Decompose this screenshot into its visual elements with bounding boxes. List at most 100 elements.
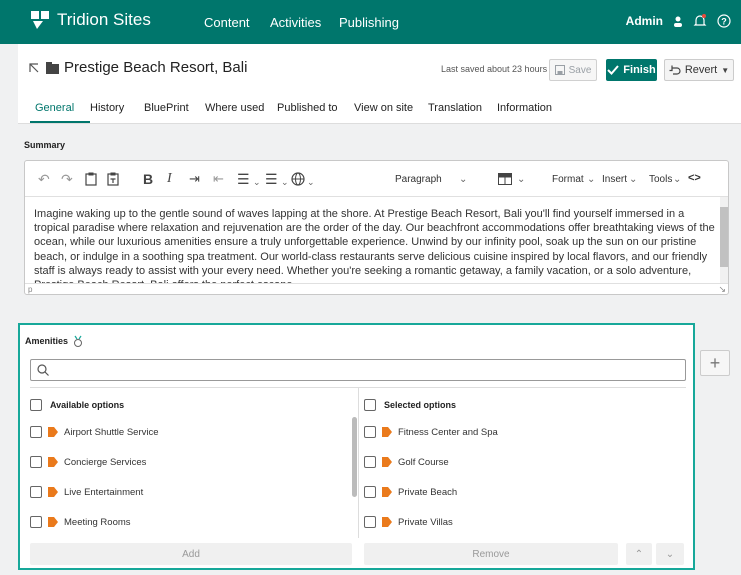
amenities-field: Amenities Available options Selected opt… [18,323,695,570]
option-label: Fitness Center and Spa [398,426,498,438]
add-field-button[interactable]: + [700,350,730,376]
user-icon[interactable] [673,16,683,27]
tab-information[interactable]: Information [497,102,552,114]
add-button[interactable]: Add [30,543,352,565]
selected-option[interactable]: Private Villas [364,516,453,528]
option-checkbox[interactable] [30,426,42,438]
element-path: p [28,285,33,294]
finish-label: Finish [623,64,656,76]
summary-text[interactable]: Imagine waking up to the gentle sound of… [34,207,716,284]
bell-icon[interactable] [693,14,707,28]
redo-icon[interactable]: ↷ [61,171,73,187]
option-checkbox[interactable] [364,426,376,438]
tools-dropdown-icon[interactable]: ⌄ [673,174,681,185]
option-label: Private Villas [398,516,453,528]
selected-option[interactable]: Fitness Center and Spa [364,426,498,438]
format-dropdown-icon[interactable]: ⌄ [587,174,595,185]
paste-icon[interactable] [85,172,97,186]
option-checkbox[interactable] [364,486,376,498]
folder-icon [46,62,59,74]
nav-publishing[interactable]: Publishing [339,15,399,30]
insert-menu[interactable]: Insert [602,174,627,185]
tab-bar: General History BluePrint Where used Pub… [18,97,741,124]
tag-icon [48,457,58,467]
tag-icon [382,487,392,497]
available-option[interactable]: Live Entertainment [30,486,143,498]
tag-icon [382,517,392,527]
tab-where-used[interactable]: Where used [205,102,264,114]
tools-menu[interactable]: Tools [649,174,672,185]
table-dropdown-icon[interactable]: ⌄ [517,174,525,185]
insert-dropdown-icon[interactable]: ⌄ [629,174,637,185]
revert-dropdown-icon[interactable]: ▼ [721,66,729,75]
link-dropdown-icon[interactable]: ⌄ [307,174,315,190]
select-all-selected-checkbox[interactable] [364,399,376,411]
numbered-list-icon[interactable]: ☰ [265,171,278,187]
indent-icon[interactable]: ⇥ [189,171,200,187]
format-menu[interactable]: Format [552,174,584,185]
amenities-search-input[interactable] [30,359,686,381]
paste-text-icon[interactable] [107,172,119,186]
resize-handle-icon[interactable]: ↘ [718,284,726,295]
available-option[interactable]: Airport Shuttle Service [30,426,159,438]
source-code-icon[interactable]: <> [688,172,701,184]
outdent-icon[interactable]: ⇤ [213,171,224,187]
option-checkbox[interactable] [30,486,42,498]
option-checkbox[interactable] [364,516,376,528]
option-label: Airport Shuttle Service [64,426,159,438]
editor-toolbar: ↶ ↷ B I ⇥ ⇤ ☰ ⌄ ☰ ⌄ ⌄ Paragraph ⌄ ⌄ Form… [25,161,728,197]
column-divider [358,388,359,538]
tag-icon [382,427,392,437]
bullet-list-icon[interactable]: ☰ [237,171,250,187]
save-button[interactable]: Save [549,59,597,81]
nav-activities[interactable]: Activities [270,15,321,30]
tab-translation[interactable]: Translation [428,102,482,114]
finish-button[interactable]: Finish [606,59,657,81]
selected-option[interactable]: Golf Course [364,456,449,468]
option-label: Meeting Rooms [64,516,131,528]
paragraph-dropdown-icon[interactable]: ⌄ [459,174,467,185]
option-label: Golf Course [398,456,449,468]
plus-icon: + [709,352,721,373]
option-checkbox[interactable] [30,456,42,468]
tab-blueprint[interactable]: BluePrint [144,102,189,114]
user-name[interactable]: Admin [626,14,663,28]
numbered-list-dropdown-icon[interactable]: ⌄ [281,174,289,190]
tab-view-on-site[interactable]: View on site [354,102,413,114]
nav-content[interactable]: Content [204,15,250,30]
localizable-icon [74,335,83,347]
search-icon [37,364,49,376]
tab-general[interactable]: General [35,102,74,114]
collapse-arrow-icon[interactable] [28,62,40,74]
item-header: Prestige Beach Resort, Bali Last saved a… [18,44,741,124]
link-globe-icon[interactable] [291,172,305,186]
selected-option[interactable]: Private Beach [364,486,457,498]
available-option[interactable]: Concierge Services [30,456,146,468]
move-up-button[interactable]: ⌃ [626,543,652,565]
summary-editor[interactable]: ↶ ↷ B I ⇥ ⇤ ☰ ⌄ ☰ ⌄ ⌄ Paragraph ⌄ ⌄ Form… [24,160,729,295]
editor-scroll-thumb[interactable] [720,207,728,267]
table-icon[interactable] [498,173,512,185]
undo-icon[interactable]: ↶ [38,171,50,187]
help-icon[interactable]: ? [717,14,731,28]
option-checkbox[interactable] [364,456,376,468]
option-label: Private Beach [398,486,458,498]
app-name: Tridion Sites [57,10,151,29]
summary-label: Summary [24,140,66,150]
bold-icon[interactable]: B [143,171,153,187]
available-list-scrollbar[interactable] [352,417,357,497]
editor-scrollbar[interactable] [720,197,728,283]
paragraph-select[interactable]: Paragraph [395,174,442,185]
italic-icon[interactable]: I [167,171,172,187]
check-icon [607,65,620,75]
tab-history[interactable]: History [90,102,124,114]
tab-published-to[interactable]: Published to [277,102,338,114]
select-all-available-checkbox[interactable] [30,399,42,411]
available-option[interactable]: Meeting Rooms [30,516,131,528]
remove-button[interactable]: Remove [364,543,618,565]
revert-button[interactable]: Revert ▼ [664,59,734,81]
move-down-button[interactable]: ⌄ [656,543,684,565]
option-checkbox[interactable] [30,516,42,528]
bullet-list-dropdown-icon[interactable]: ⌄ [253,174,261,190]
app-logo[interactable]: Tridion Sites [31,10,151,30]
